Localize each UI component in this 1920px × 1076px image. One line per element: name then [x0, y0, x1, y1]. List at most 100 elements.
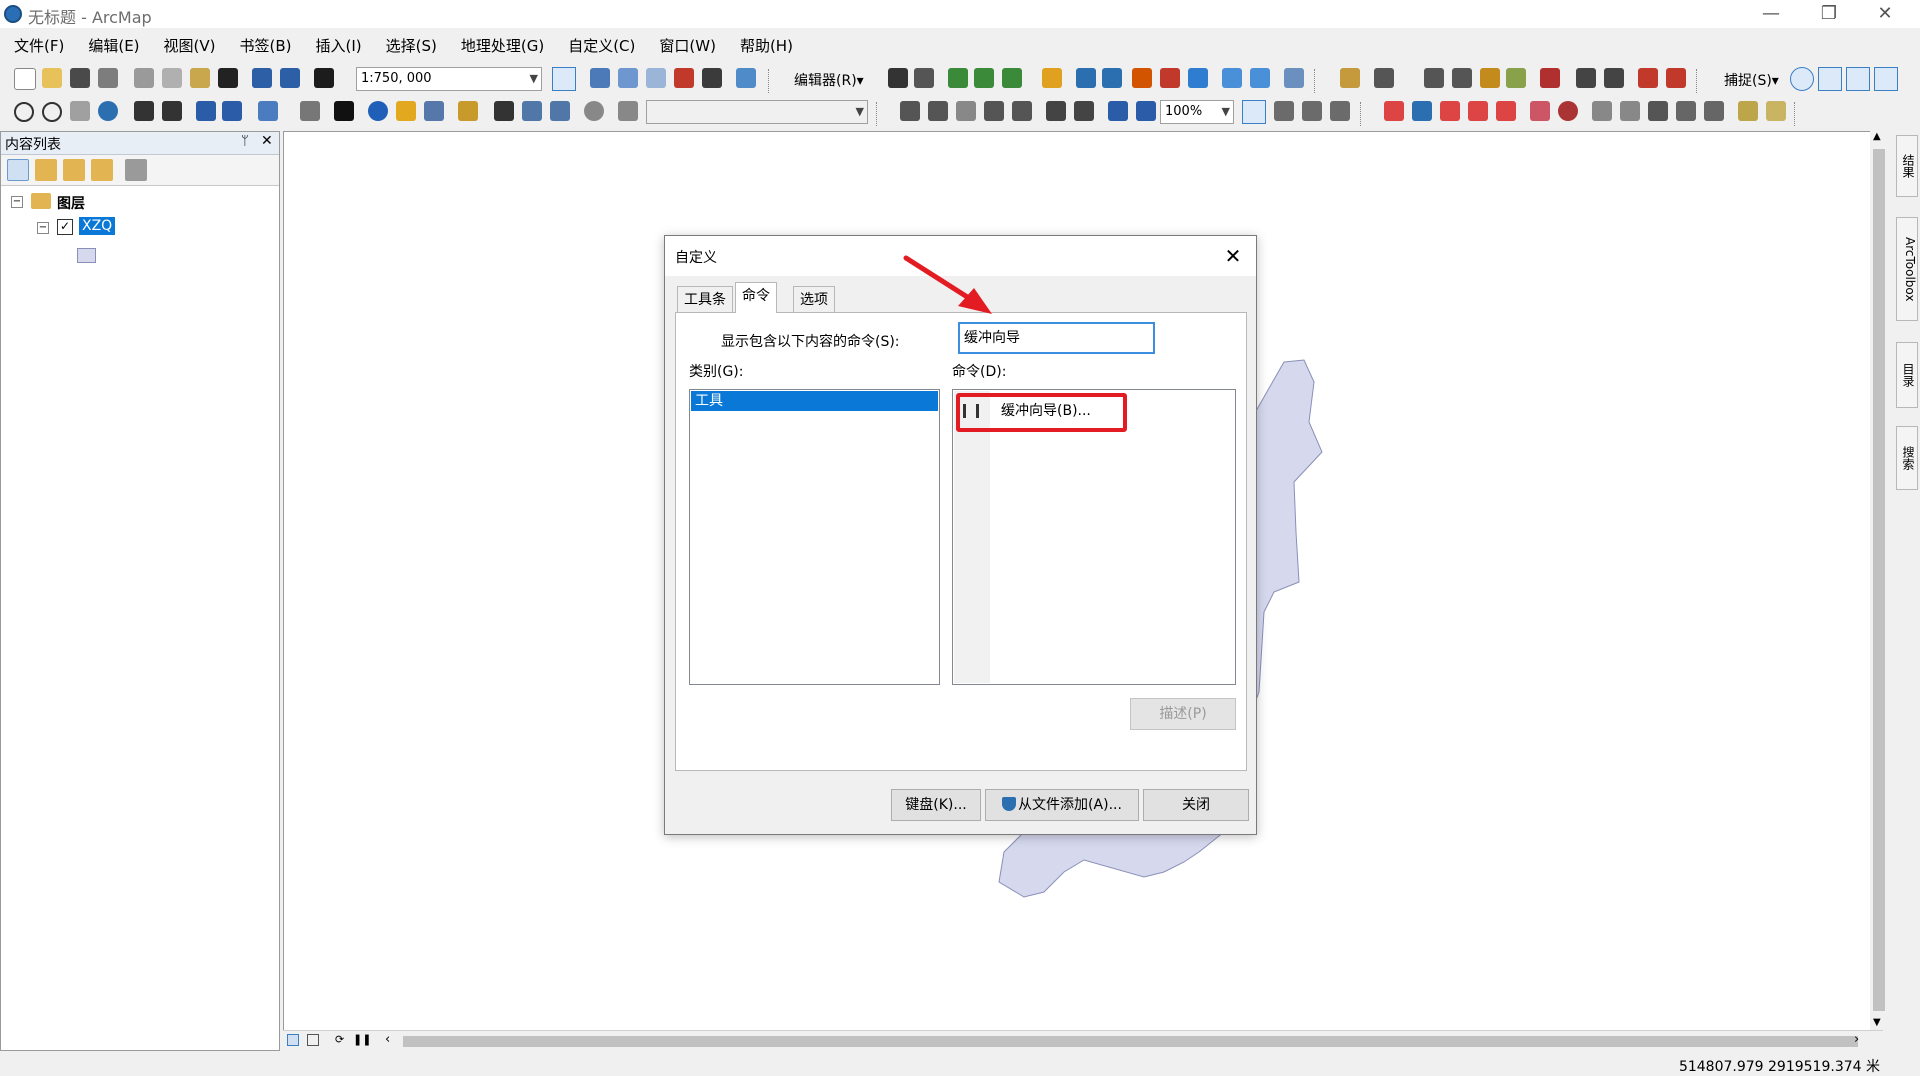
scroll-right-icon[interactable]: ›: [1854, 1032, 1859, 1047]
construct-points-icon[interactable]: [1676, 101, 1696, 121]
list-by-drawing-order-icon[interactable]: [7, 159, 29, 181]
trace-icon[interactable]: [1002, 68, 1022, 88]
fixed-zoom-out-layout-icon[interactable]: [1074, 101, 1094, 121]
advanced-edit-icon[interactable]: [1638, 68, 1658, 88]
table-of-contents-icon[interactable]: [590, 68, 610, 88]
delete-link-icon[interactable]: [1496, 101, 1516, 121]
open-folder-icon[interactable]: [42, 68, 62, 88]
error-inspector-icon[interactable]: [1576, 68, 1596, 88]
georeferencing-icon[interactable]: [1340, 68, 1360, 88]
commands-list[interactable]: 缓冲向导(B)...: [952, 389, 1236, 685]
list-by-visibility-icon[interactable]: [63, 159, 85, 181]
layout-pan-icon[interactable]: [956, 101, 976, 121]
search-window-icon[interactable]: [646, 68, 666, 88]
map-horizontal-scrollbar[interactable]: ⟳ ❚❚ ‹ ›: [283, 1030, 1883, 1051]
toolbar-grip[interactable]: [1794, 102, 1798, 126]
time-slider-icon[interactable]: [584, 101, 604, 121]
editor-toolbar-toggle-icon[interactable]: [552, 67, 576, 91]
menu-geoprocessing[interactable]: 地理处理(G): [447, 30, 554, 60]
vertex-snapping-icon[interactable]: [1846, 67, 1870, 91]
preview-window-icon[interactable]: [1558, 101, 1578, 121]
georef-rotate-icon[interactable]: [1384, 101, 1404, 121]
toolbar-grip[interactable]: [1314, 69, 1318, 93]
topology-edit-icon[interactable]: [1452, 68, 1472, 88]
straight-segment-icon[interactable]: [948, 68, 968, 88]
editor-extension-icon[interactable]: [1738, 101, 1758, 121]
spatial-adjustment-icon[interactable]: [1374, 68, 1394, 88]
arctoolbox-icon[interactable]: [674, 68, 694, 88]
scroll-down-icon[interactable]: ▼: [1873, 1017, 1881, 1028]
horizontal-scroll-thumb[interactable]: [403, 1036, 1858, 1047]
sketch-properties-icon[interactable]: [1250, 68, 1270, 88]
scroll-left-icon[interactable]: ‹: [385, 1032, 390, 1047]
delete-icon[interactable]: [218, 68, 238, 88]
fixed-zoom-in-icon[interactable]: [134, 101, 154, 121]
edit-annotation-icon[interactable]: [914, 68, 934, 88]
snapping-menu[interactable]: 捕捉(S)▾: [1724, 70, 1779, 90]
select-link-icon[interactable]: [1440, 101, 1460, 121]
menu-windows[interactable]: 窗口(W): [645, 30, 726, 60]
search-dock-tab[interactable]: 搜索: [1896, 426, 1918, 490]
edge-snapping-icon[interactable]: [1874, 67, 1898, 91]
layout-back-icon[interactable]: [1108, 101, 1128, 121]
map-topology-icon[interactable]: [1480, 68, 1500, 88]
topology-icon[interactable]: [1424, 68, 1444, 88]
catalog-window-icon[interactable]: [618, 68, 638, 88]
command-item-buffer-wizard[interactable]: 缓冲向导(B)...: [956, 393, 1127, 432]
measure-icon[interactable]: [458, 101, 478, 121]
layer-symbol-swatch[interactable]: [77, 248, 96, 263]
pin-icon[interactable]: ᛘ: [241, 134, 249, 149]
arctoolbox-dock-tab[interactable]: ArcToolbox: [1896, 217, 1918, 321]
identify-icon[interactable]: [368, 101, 388, 121]
spatial-adjustment-settings-icon[interactable]: [1530, 101, 1550, 121]
select-elements-icon[interactable]: [334, 101, 354, 121]
find-icon[interactable]: [494, 101, 514, 121]
toolbar-grip[interactable]: [768, 69, 772, 93]
toolbar-grip[interactable]: [1696, 69, 1700, 93]
print-icon[interactable]: [98, 68, 118, 88]
focus-data-frame-icon[interactable]: [1274, 101, 1294, 121]
toolbar-grip[interactable]: [1360, 102, 1364, 126]
create-features-icon[interactable]: [1284, 68, 1304, 88]
change-layout-icon[interactable]: [1302, 101, 1322, 121]
fix-topology-icon[interactable]: [1540, 68, 1560, 88]
clear-selection-icon[interactable]: [300, 101, 320, 121]
categories-list[interactable]: 工具: [689, 389, 940, 685]
toggle-draft-mode-icon[interactable]: [1242, 100, 1266, 124]
paste-icon[interactable]: [190, 68, 210, 88]
tab-commands[interactable]: 命令: [735, 282, 777, 313]
list-by-source-icon[interactable]: [35, 159, 57, 181]
editor-extension-2-icon[interactable]: [1766, 101, 1786, 121]
dialog-close-button[interactable]: ✕: [1218, 242, 1248, 270]
toc-close-button[interactable]: ✕: [261, 133, 273, 149]
add-from-file-button[interactable]: 从文件添加(A)...: [985, 789, 1139, 821]
copy-icon[interactable]: [162, 68, 182, 88]
layout-forward-icon[interactable]: [1136, 101, 1156, 121]
minimize-button[interactable]: —: [1748, 0, 1794, 28]
layout-zoom-out-icon[interactable]: [928, 101, 948, 121]
cut-polygons-icon[interactable]: [1132, 68, 1152, 88]
results-dock-tab[interactable]: 结果: [1896, 135, 1918, 197]
zoom-out-icon[interactable]: [42, 102, 62, 122]
menu-customize[interactable]: 自定义(C): [554, 30, 645, 60]
catalog-dock-tab[interactable]: 目录: [1896, 342, 1918, 408]
menu-file[interactable]: 文件(F): [0, 30, 74, 60]
window-close-button[interactable]: ✕: [1862, 0, 1908, 28]
layout-view-icon[interactable]: [307, 1034, 319, 1046]
close-button[interactable]: 关闭: [1143, 789, 1249, 821]
shared-features-icon[interactable]: [1604, 68, 1624, 88]
edit-tool-icon[interactable]: [888, 68, 908, 88]
tab-toolbars[interactable]: 工具条: [677, 286, 733, 312]
proportion-icon[interactable]: [1648, 101, 1668, 121]
map-vertical-scrollbar[interactable]: ▲ ▼: [1870, 131, 1888, 1031]
point-snapping-icon[interactable]: [1790, 67, 1814, 91]
editor-menu[interactable]: 编辑器(R)▾: [794, 70, 864, 90]
describe-button[interactable]: 描述(P): [1130, 698, 1236, 730]
layers-root-label[interactable]: 图层: [57, 193, 85, 213]
validate-topology-icon[interactable]: [1506, 68, 1526, 88]
reshape-feature-icon[interactable]: [1102, 68, 1122, 88]
menu-edit[interactable]: 编辑(E): [74, 30, 149, 60]
menu-insert[interactable]: 插入(I): [302, 30, 372, 60]
vertical-scroll-thumb[interactable]: [1873, 149, 1885, 1011]
menu-view[interactable]: 视图(V): [150, 30, 226, 60]
